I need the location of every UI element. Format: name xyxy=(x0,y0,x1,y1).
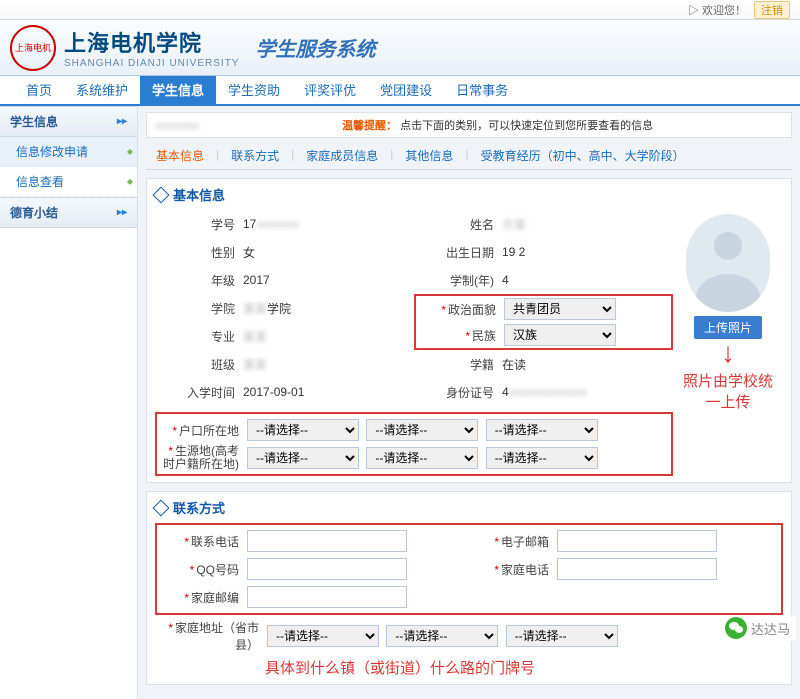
sidebar: 学生信息▸▸ 信息修改申请◆ 信息查看◆ 德育小结▸▸ xyxy=(0,106,138,699)
tab-basic[interactable]: 基本信息 xyxy=(146,142,214,169)
label-ethnic: 民族 xyxy=(472,329,496,343)
label-qq: QQ号码 xyxy=(196,563,239,577)
value-gender: 女 xyxy=(241,244,414,261)
label-homephone: 家庭电话 xyxy=(501,563,549,577)
label-homepost: 家庭邮编 xyxy=(191,591,239,605)
hint-bar: xxxxxxxx 温馨提醒： 点击下面的类别，可以快速定位到您所要查看的信息 xyxy=(146,112,792,138)
tab-other[interactable]: 其他信息 xyxy=(395,142,463,169)
label-years: 学制(年) xyxy=(414,272,500,289)
upload-photo-button[interactable]: 上传照片 xyxy=(694,316,762,339)
value-status: 在读 xyxy=(500,356,673,373)
nav-aid[interactable]: 学生资助 xyxy=(216,76,292,104)
value-class: 某某 xyxy=(241,356,414,373)
main-nav: 首页 系统维护 学生信息 学生资助 评奖评优 党团建设 日常事务 xyxy=(0,76,800,106)
avatar-placeholder xyxy=(686,214,770,312)
select-addr-2[interactable]: --请选择-- xyxy=(386,625,498,647)
contact-panel: 联系方式 *联系电话 *QQ号码 *电子邮箱 *家庭电话 *家庭邮编 *家庭地址… xyxy=(146,491,792,685)
value-enroll: 2017-09-01 xyxy=(241,385,414,399)
value-sno: 17xxxxxxx xyxy=(241,217,414,231)
value-grade: 2017 xyxy=(241,273,414,287)
value-major: 某某 xyxy=(241,328,414,345)
label-status: 学籍 xyxy=(414,356,500,373)
label-phone: 联系电话 xyxy=(191,535,239,549)
hint-text: 点击下面的类别，可以快速定位到您所要查看的信息 xyxy=(400,120,653,132)
sidebar-item-view[interactable]: 信息查看◆ xyxy=(0,167,137,197)
nav-student-info[interactable]: 学生信息 xyxy=(140,76,216,104)
label-email: 电子邮箱 xyxy=(501,535,549,549)
select-hukou-2[interactable]: --请选择-- xyxy=(366,419,478,441)
tab-family[interactable]: 家庭成员信息 xyxy=(296,142,388,169)
panel-title-contact: 联系方式 xyxy=(155,498,783,517)
welcome-text: ▷ 欢迎您！ xyxy=(688,2,746,18)
label-sno: 学号 xyxy=(155,216,241,233)
select-political[interactable]: 共青团员 xyxy=(504,298,616,320)
university-logo: 上海电机 xyxy=(10,25,56,71)
section-tabs: 基本信息| 联系方式| 家庭成员信息| 其他信息| 受教育经历（初中、高中、大学… xyxy=(146,142,792,170)
select-origin-3[interactable]: --请选择-- xyxy=(486,447,598,469)
nav-system[interactable]: 系统维护 xyxy=(64,76,140,104)
value-idno: 4xxxxxxxxxxxxx xyxy=(500,385,673,399)
select-addr-1[interactable]: --请选择-- xyxy=(267,625,379,647)
label-college: 学院 xyxy=(155,300,241,317)
arrow-down-icon: ↓ xyxy=(673,339,783,367)
wechat-watermark: 达达马 xyxy=(719,615,796,641)
photo-note: 照片由学校统一上传 xyxy=(673,367,783,417)
sidebar-item-modify[interactable]: 信息修改申请◆ xyxy=(0,137,137,167)
label-homeaddr: 家庭地址（省市县） xyxy=(175,621,259,652)
select-hukou-3[interactable]: --请选择-- xyxy=(486,419,598,441)
input-email[interactable] xyxy=(557,530,717,552)
nav-home[interactable]: 首页 xyxy=(14,76,64,104)
label-gender: 性别 xyxy=(155,244,241,261)
chevron-right-icon: ▸▸ xyxy=(117,207,127,218)
select-origin-1[interactable]: --请选择-- xyxy=(247,447,359,469)
label-birth: 出生日期 xyxy=(414,244,500,261)
nav-party[interactable]: 党团建设 xyxy=(368,76,444,104)
sidebar-group-moral[interactable]: 德育小结▸▸ xyxy=(0,197,137,228)
label-idno: 身份证号 xyxy=(414,384,500,401)
select-hukou-1[interactable]: --请选择-- xyxy=(247,419,359,441)
input-homephone[interactable] xyxy=(557,558,717,580)
logout-button[interactable]: 注销 xyxy=(754,1,790,19)
label-origin-1: 生源地(高考 xyxy=(175,444,239,458)
university-name-en: SHANGHAI DIANJI UNIVERSITY xyxy=(64,58,239,69)
select-origin-2[interactable]: --请选择-- xyxy=(366,447,478,469)
value-college: 某某学院 xyxy=(241,300,414,317)
label-origin-2: 时户籍所在地) xyxy=(163,457,239,471)
chevron-right-icon: ▸▸ xyxy=(117,116,127,127)
label-enroll: 入学时间 xyxy=(155,384,241,401)
bullet-icon: ◆ xyxy=(127,147,133,156)
address-note: 具体到什么镇（或街道）什么路的门牌号 xyxy=(155,657,783,678)
tab-contact[interactable]: 联系方式 xyxy=(221,142,289,169)
wechat-icon xyxy=(725,617,747,639)
value-birth: 19 2 xyxy=(500,245,673,259)
label-political: 政治面貌 xyxy=(448,303,496,317)
sidebar-group-student[interactable]: 学生信息▸▸ xyxy=(0,106,137,137)
hint-label: 温馨提醒： xyxy=(342,120,397,132)
label-major: 专业 xyxy=(155,328,241,345)
basic-info-panel: 基本信息 学号17xxxxxxx 性别女 年级2017 学院某某学院 专业某某 … xyxy=(146,178,792,483)
panel-title-basic: 基本信息 xyxy=(155,185,783,204)
input-phone[interactable] xyxy=(247,530,407,552)
value-years: 4 xyxy=(500,273,673,287)
bullet-icon: ◆ xyxy=(127,177,133,186)
university-name-cn: 上海电机学院 xyxy=(64,26,239,58)
nav-eval[interactable]: 评奖评优 xyxy=(292,76,368,104)
tab-education[interactable]: 受教育经历（初中、高中、大学阶段） xyxy=(471,142,695,169)
value-name: 方某 xyxy=(500,216,673,233)
input-qq[interactable] xyxy=(247,558,407,580)
input-homepost[interactable] xyxy=(247,586,407,608)
system-title: 学生服务系统 xyxy=(255,33,375,62)
label-name: 姓名 xyxy=(414,216,500,233)
label-class: 班级 xyxy=(155,356,241,373)
select-ethnic[interactable]: 汉族 xyxy=(504,324,616,346)
header: 上海电机 上海电机学院 SHANGHAI DIANJI UNIVERSITY 学… xyxy=(0,20,800,76)
nav-daily[interactable]: 日常事务 xyxy=(444,76,520,104)
label-hukou: 户口所在地 xyxy=(179,424,239,438)
label-grade: 年级 xyxy=(155,272,241,289)
select-addr-3[interactable]: --请选择-- xyxy=(506,625,618,647)
